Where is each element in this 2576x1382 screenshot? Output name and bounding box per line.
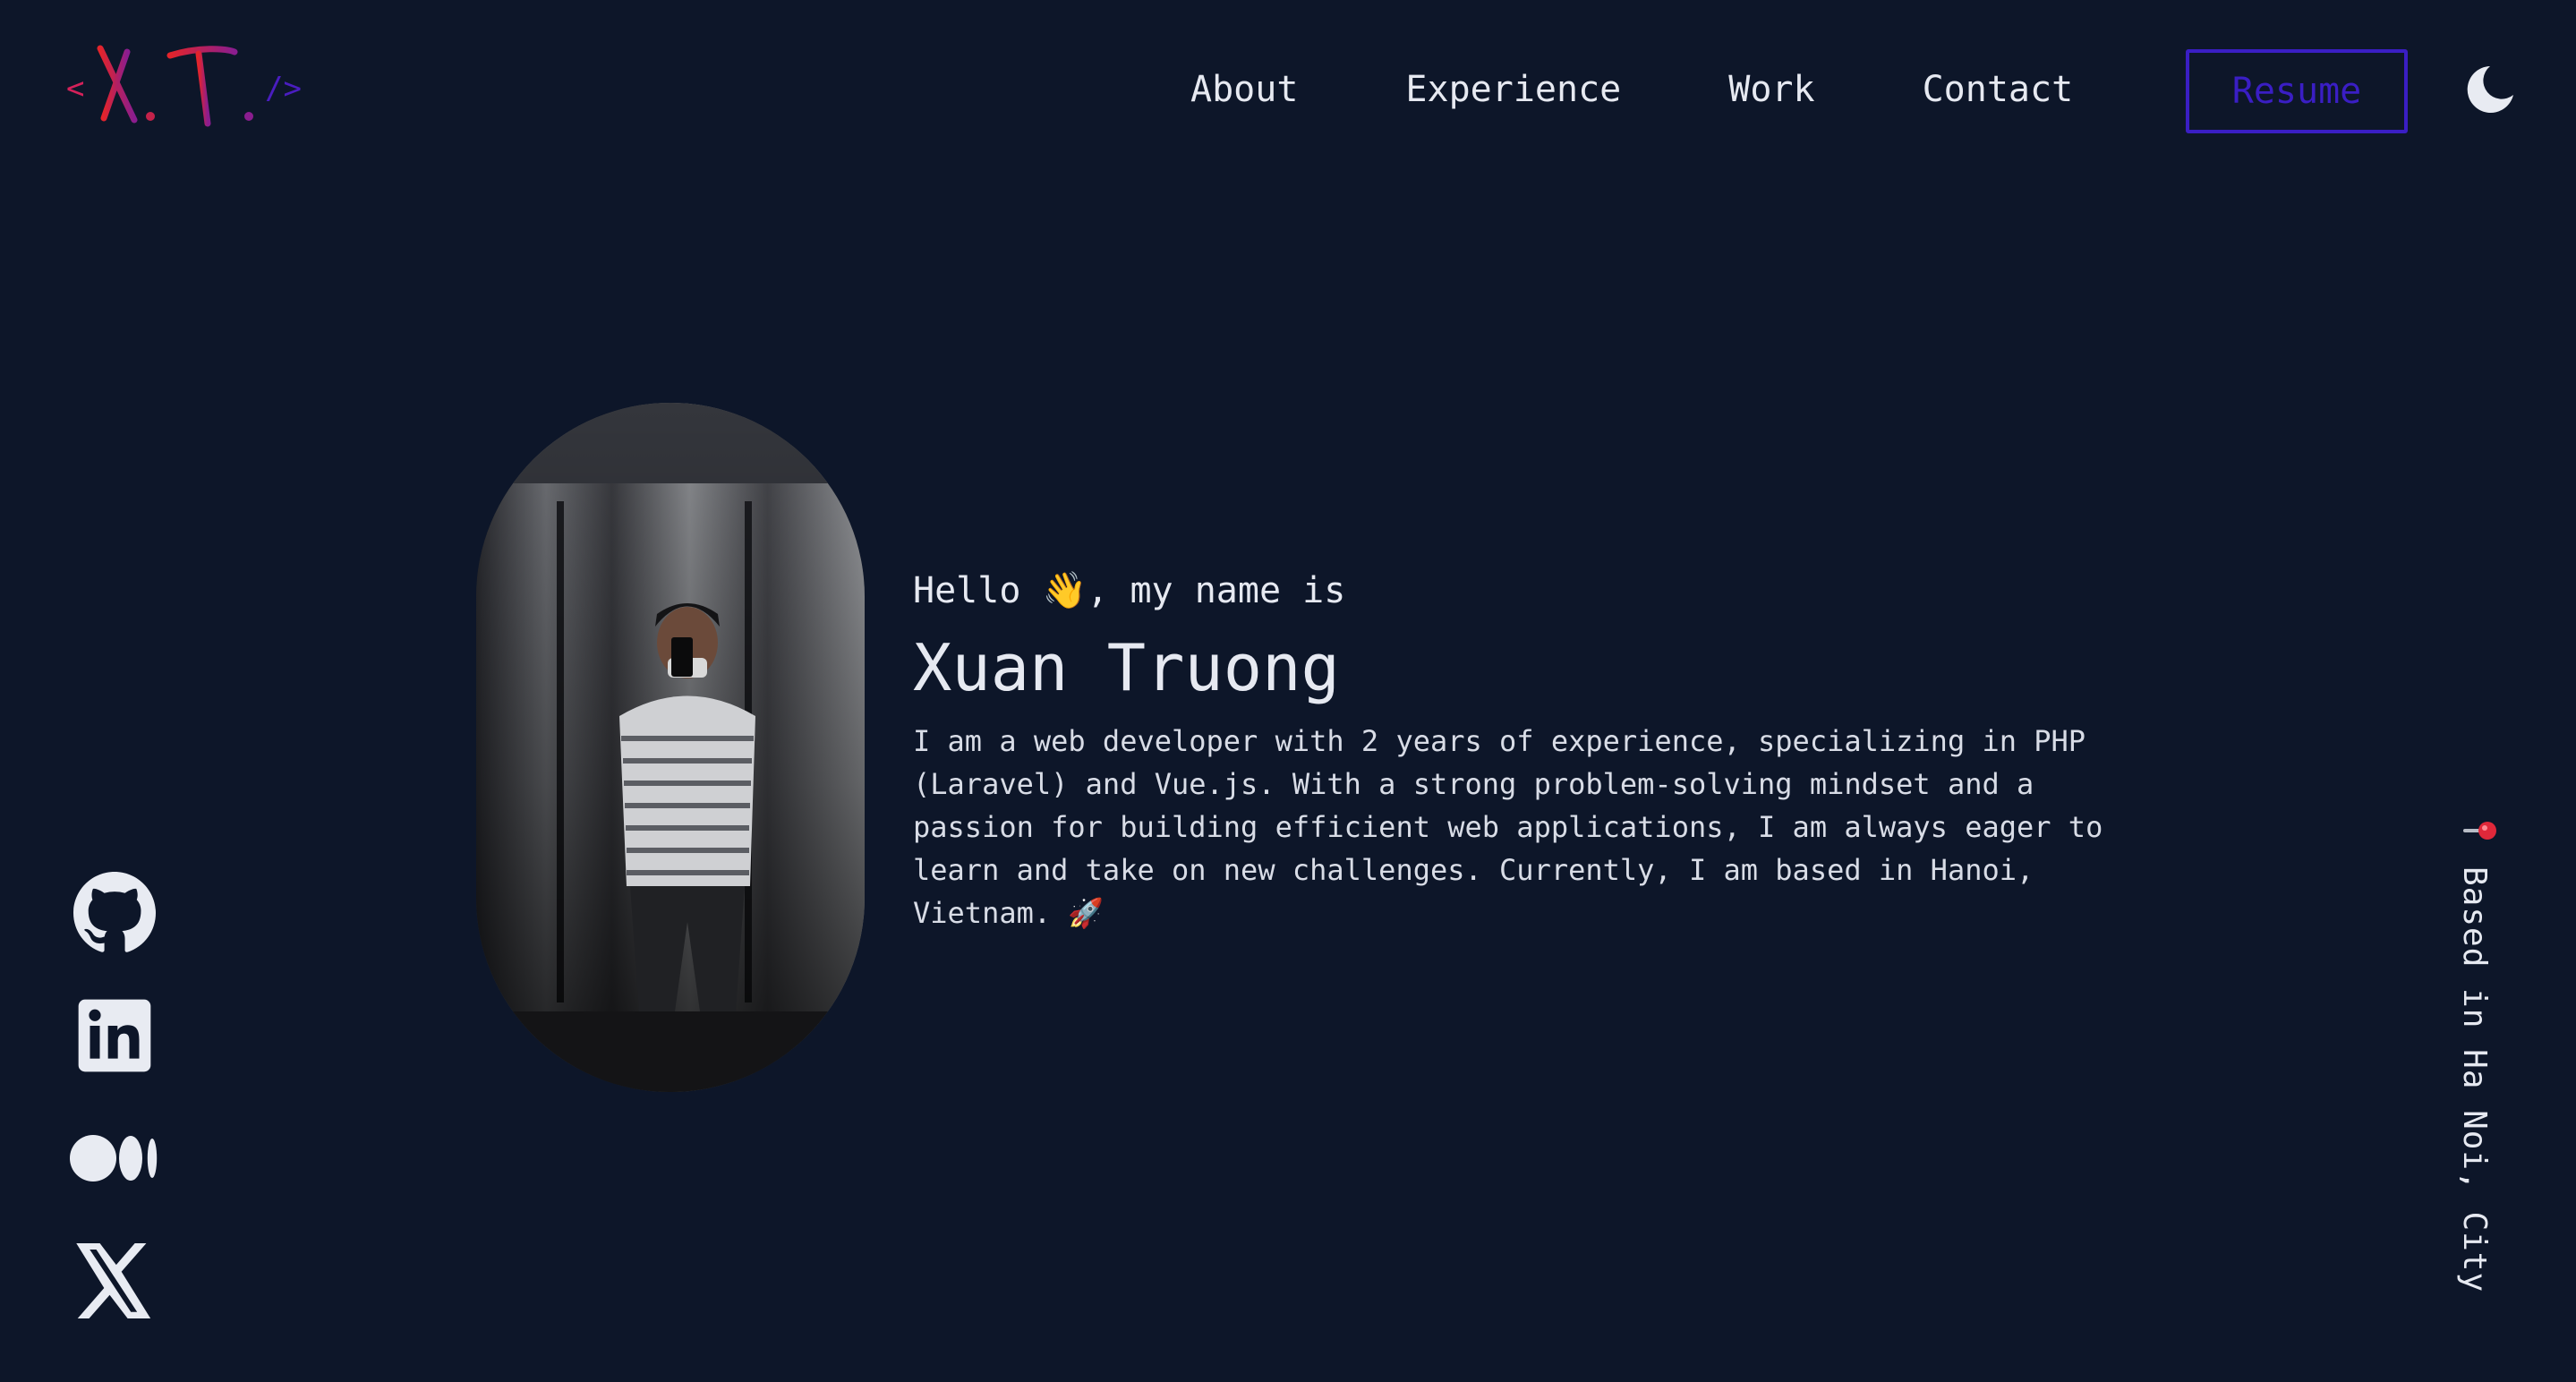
medium-icon xyxy=(70,1135,158,1182)
resume-button[interactable]: Resume xyxy=(2186,49,2408,133)
nav-link-about[interactable]: About xyxy=(1190,69,1298,110)
x-twitter-link[interactable] xyxy=(70,1236,159,1326)
linkedin-icon xyxy=(78,999,151,1072)
site-logo[interactable]: < /> xyxy=(64,34,315,141)
x-twitter-icon xyxy=(76,1243,151,1318)
logo-graphic: < /> xyxy=(66,45,302,127)
github-icon xyxy=(73,872,157,952)
pushpin-icon xyxy=(2463,822,2496,840)
logo-open-bracket: < xyxy=(66,71,84,107)
linkedin-link[interactable] xyxy=(70,991,159,1080)
nav-link-work[interactable]: Work xyxy=(1728,69,1814,110)
nav-link-contact[interactable]: Contact xyxy=(1923,69,2074,110)
hero-greeting: Hello 👋, my name is xyxy=(913,570,1346,611)
hero-intro: Hello 👋, my name is Xuan Truong I am a w… xyxy=(913,562,2148,934)
location-indicator: Based in Ha Noi, City xyxy=(2444,815,2515,1316)
medium-link[interactable] xyxy=(70,1113,159,1203)
github-link[interactable] xyxy=(70,868,159,958)
main-nav: About Experience Work Contact xyxy=(1190,57,2155,122)
profile-photo xyxy=(476,403,865,1092)
profile-photo-graphic xyxy=(476,403,865,1092)
logo-close-bracket: /> xyxy=(265,71,302,107)
nav-link-experience[interactable]: Experience xyxy=(1405,69,1621,110)
moon-icon xyxy=(2467,66,2513,113)
hero-bio: I am a web developer with 2 years of exp… xyxy=(913,724,2103,930)
hero-name: Xuan Truong xyxy=(913,630,1340,705)
theme-toggle-button[interactable] xyxy=(2463,63,2517,116)
social-links xyxy=(70,868,159,1359)
location-text: Based in Ha Noi, City xyxy=(2456,866,2493,1293)
